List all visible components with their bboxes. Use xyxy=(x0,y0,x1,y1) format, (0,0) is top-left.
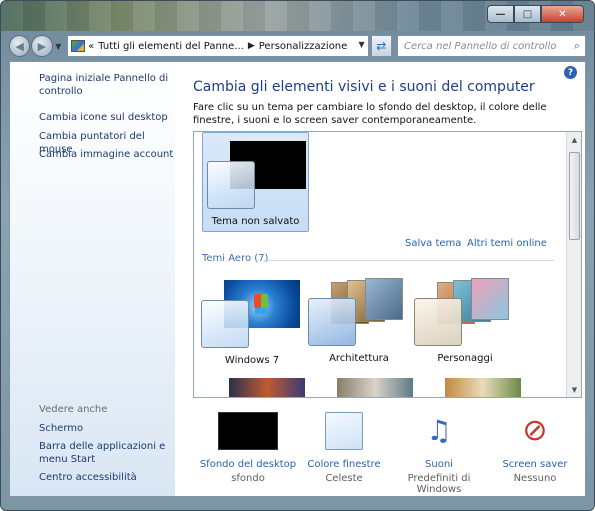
more-themes-online-link[interactable]: Altri temi online xyxy=(467,238,547,249)
page-title: Cambia gli elementi visivi e i suoni del… xyxy=(193,79,535,95)
window-controls: — □ ✕ xyxy=(487,5,584,23)
breadcrumb-all-items[interactable]: Tutti gli elementi del Panne... xyxy=(98,41,244,52)
address-chevron-down-icon[interactable]: ▼ xyxy=(359,40,365,49)
title-bar[interactable]: — □ ✕ xyxy=(1,1,594,31)
sidebar-link-display[interactable]: Schermo xyxy=(39,422,174,435)
refresh-button[interactable]: ⇄ xyxy=(370,35,392,57)
aero-themes-group-header: Temi Aero (7) xyxy=(202,253,269,264)
theme-settings-bar: Sfondo del desktop sfondo Colore finestr… xyxy=(193,410,585,495)
windows-7-window-color xyxy=(201,300,249,348)
breadcrumb-prefix[interactable]: « xyxy=(88,41,94,52)
theme-list: Tema non salvato Salva tema Altri temi o… xyxy=(193,131,582,398)
sidebar-link-control-panel-home[interactable]: Pagina iniziale Pannello di controllo xyxy=(39,72,174,98)
setting-name[interactable]: Sfondo del desktop xyxy=(193,459,303,470)
characters-window-color xyxy=(414,298,462,346)
sidebar-link-desktop-icons[interactable]: Cambia icone sul desktop xyxy=(39,111,174,124)
setting-value: sfondo xyxy=(231,473,265,484)
desktop-background-setting[interactable]: Sfondo del desktop sfondo xyxy=(193,410,303,484)
save-theme-link[interactable]: Salva tema xyxy=(405,238,461,249)
sounds-setting[interactable]: ♫ Suoni Predefiniti di Windows xyxy=(384,410,494,495)
forward-arrow-icon[interactable]: ▶ xyxy=(31,35,53,57)
recent-pages-chevron-down-icon[interactable]: ▼ xyxy=(54,42,64,51)
maximize-button[interactable]: □ xyxy=(514,5,541,23)
setting-name[interactable]: Suoni xyxy=(384,459,494,470)
search-placeholder: Cerca nel Pannello di controllo xyxy=(403,40,557,52)
scroll-down-icon[interactable]: ▼ xyxy=(567,382,581,397)
theme-label: Windows 7 xyxy=(224,355,280,366)
close-button[interactable]: ✕ xyxy=(541,5,584,23)
sounds-icon: ♫ xyxy=(426,414,452,447)
window-color-icon xyxy=(325,412,363,450)
content-area: Pagina iniziale Pannello di controllo Ca… xyxy=(9,61,586,497)
page-description: Fare clic su un tema per cambiare lo sfo… xyxy=(193,102,547,126)
setting-value: Predefiniti di Windows xyxy=(407,473,471,495)
desktop-background-icon xyxy=(218,412,278,450)
setting-value: Celeste xyxy=(325,473,363,484)
group-divider xyxy=(264,260,554,261)
setting-name[interactable]: Screen saver xyxy=(480,459,590,470)
sidebar-link-account-picture[interactable]: Cambia immagine account xyxy=(39,148,174,161)
address-bar[interactable]: « Tutti gli elementi del Panne... ▶ Pers… xyxy=(67,35,369,57)
theme-thumbnail-partial[interactable] xyxy=(337,378,413,397)
theme-thumbnail-partial[interactable] xyxy=(229,378,305,397)
breadcrumb-personalization[interactable]: Personalizzazione xyxy=(259,41,348,52)
back-arrow-icon[interactable]: ◀ xyxy=(9,35,31,57)
window-color-setting[interactable]: Colore finestre Celeste xyxy=(289,410,399,484)
vertical-scrollbar[interactable]: ▲ ▼ xyxy=(566,132,581,397)
control-panel-icon xyxy=(71,40,86,52)
personalization-window: — □ ✕ ◀ ▶ ▼ « Tutti gli elementi del Pan… xyxy=(0,0,595,511)
refresh-icon: ⇄ xyxy=(376,39,387,53)
search-icon[interactable]: ⌕ xyxy=(574,39,580,53)
theme-thumbnail-partial[interactable] xyxy=(445,378,521,397)
search-input[interactable]: Cerca nel Pannello di controllo ⌕ xyxy=(396,35,586,57)
theme-label: Tema non salvato xyxy=(211,216,300,227)
sidebar-link-ease-of-access[interactable]: Centro accessibilità xyxy=(39,471,174,484)
theme-characters[interactable]: Personaggi xyxy=(410,278,520,366)
sidebar: Pagina iniziale Pannello di controllo Ca… xyxy=(10,62,175,496)
theme-windows-7[interactable]: Windows 7 xyxy=(197,280,307,368)
architecture-window-color xyxy=(308,298,356,346)
screen-saver-setting[interactable]: ⊘ Screen saver Nessuno xyxy=(480,410,590,484)
breadcrumb-separator-icon[interactable]: ▶ xyxy=(248,41,255,51)
theme-label: Architettura xyxy=(329,353,389,364)
main-panel: ? Cambia gli elementi visivi e i suoni d… xyxy=(175,62,585,496)
theme-unsaved[interactable]: Tema non salvato xyxy=(202,132,309,232)
setting-name[interactable]: Colore finestre xyxy=(289,459,399,470)
help-icon[interactable]: ? xyxy=(564,66,577,79)
sidebar-link-taskbar-start[interactable]: Barra delle applicazioni e menu Start xyxy=(39,440,174,466)
minimize-button[interactable]: — xyxy=(487,5,514,23)
screen-saver-icon: ⊘ xyxy=(522,413,548,448)
scroll-thumb[interactable] xyxy=(569,152,580,240)
theme-architecture[interactable]: Architettura xyxy=(304,278,414,366)
unsaved-theme-window-color xyxy=(207,161,255,209)
setting-value: Nessuno xyxy=(513,473,557,484)
theme-label: Personaggi xyxy=(437,353,493,364)
navigation-bar: ◀ ▶ ▼ « Tutti gli elementi del Panne... … xyxy=(9,34,586,58)
see-also-heading: Vedere anche xyxy=(39,404,108,415)
scroll-up-icon[interactable]: ▲ xyxy=(567,132,581,147)
